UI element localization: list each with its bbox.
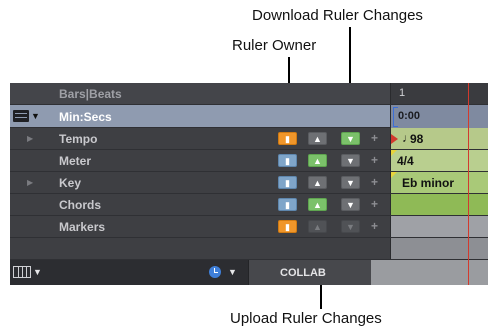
markers-owner-button[interactable]: ▮ bbox=[278, 220, 297, 233]
ruler-footer: ▼ ▼ COLLAB bbox=[10, 260, 488, 285]
tempo-value: 98 bbox=[410, 132, 424, 146]
ruler-name-bars-beats: Bars|Beats bbox=[59, 87, 122, 101]
ruler-row-meter[interactable]: Meter ▮ ▲ ▼ + 4/4 bbox=[10, 150, 488, 172]
download-callout: Download Ruler Changes bbox=[252, 7, 423, 24]
markers-add-icon[interactable]: + bbox=[371, 219, 378, 233]
key-event-icon bbox=[391, 172, 397, 178]
chords-upload-button[interactable]: ▲ bbox=[308, 198, 327, 211]
tempo-owner-button[interactable]: ▮ bbox=[278, 132, 297, 145]
chevron-down-icon[interactable]: ▼ bbox=[31, 111, 40, 121]
ruler-name-meter: Meter bbox=[59, 154, 92, 168]
tempo-download-button[interactable]: ▼ bbox=[341, 132, 360, 145]
timeline-footer bbox=[371, 260, 488, 285]
ruler-name-markers: Markers bbox=[59, 220, 106, 234]
expand-arrow-icon[interactable]: ▶ bbox=[27, 134, 33, 143]
expand-arrow-icon[interactable]: ▶ bbox=[27, 178, 33, 187]
ruler-name-chords: Chords bbox=[59, 198, 101, 212]
min-secs-value: 0:00 bbox=[398, 110, 421, 122]
empty-track bbox=[390, 238, 488, 259]
ruler-row-tempo[interactable]: ▶ Tempo ▮ ▲ ▼ + ♩ 98 bbox=[10, 128, 488, 150]
key-owner-button[interactable]: ▮ bbox=[278, 176, 297, 189]
bars-beats-track[interactable]: 1 bbox=[390, 83, 488, 104]
meter-value: 4/4 bbox=[397, 154, 414, 168]
markers-track[interactable] bbox=[390, 216, 488, 237]
collab-button[interactable]: COLLAB bbox=[248, 260, 372, 285]
key-value: Eb minor bbox=[402, 176, 455, 190]
view-selector-icon[interactable] bbox=[13, 266, 31, 278]
ruler-name-min-secs: Min:Secs bbox=[59, 110, 112, 124]
meter-upload-button[interactable]: ▲ bbox=[308, 154, 327, 167]
clock-icon[interactable] bbox=[209, 266, 221, 278]
meter-track[interactable]: 4/4 bbox=[390, 150, 488, 171]
ruler-menu-icon[interactable] bbox=[13, 110, 29, 122]
ruler-row-markers[interactable]: Markers ▮ ▲ ▼ + bbox=[10, 216, 488, 238]
chevron-down-icon[interactable]: ▼ bbox=[228, 267, 237, 277]
ruler-row-chords[interactable]: Chords ▮ ▲ ▼ + bbox=[10, 194, 488, 216]
chords-download-button[interactable]: ▼ bbox=[341, 198, 360, 211]
bar-number-label: 1 bbox=[399, 87, 406, 99]
key-track[interactable]: Eb minor bbox=[390, 172, 488, 193]
ruler-row-empty bbox=[10, 238, 488, 260]
ruler-name-tempo: Tempo bbox=[59, 132, 98, 146]
key-upload-button[interactable]: ▲ bbox=[308, 176, 327, 189]
ruler-row-bars-beats[interactable]: Bars|Beats 1 bbox=[10, 83, 488, 105]
meter-download-button[interactable]: ▼ bbox=[341, 154, 360, 167]
chevron-down-icon[interactable]: ▼ bbox=[33, 267, 42, 277]
collab-label: COLLAB bbox=[280, 267, 326, 279]
tempo-add-icon[interactable]: + bbox=[371, 131, 378, 145]
tempo-track[interactable]: ♩ 98 bbox=[390, 128, 488, 149]
owner-callout: Ruler Owner bbox=[232, 37, 317, 54]
ruler-name-key: Key bbox=[59, 176, 82, 190]
upload-callout: Upload Ruler Changes bbox=[230, 310, 382, 327]
markers-download-button[interactable]: ▼ bbox=[341, 220, 360, 233]
ruler-row-min-secs[interactable]: ▼ Min:Secs 0:00 bbox=[10, 105, 488, 128]
meter-add-icon[interactable]: + bbox=[371, 153, 378, 167]
ruler-row-key[interactable]: ▶ Key ▮ ▲ ▼ + Eb minor bbox=[10, 172, 488, 194]
min-secs-track[interactable]: 0:00 bbox=[390, 105, 488, 128]
chords-add-icon[interactable]: + bbox=[371, 197, 378, 211]
meter-owner-button[interactable]: ▮ bbox=[278, 154, 297, 167]
playhead-line[interactable] bbox=[468, 83, 469, 285]
rulers-panel: Bars|Beats 1 ▼ Min:Secs 0:00 ▶ Tempo ▮ ▲… bbox=[10, 83, 488, 285]
chords-track[interactable] bbox=[390, 194, 488, 215]
tempo-event-icon bbox=[391, 134, 398, 144]
key-download-button[interactable]: ▼ bbox=[341, 176, 360, 189]
key-add-icon[interactable]: + bbox=[371, 175, 378, 189]
markers-upload-button[interactable]: ▲ bbox=[308, 220, 327, 233]
chords-owner-button[interactable]: ▮ bbox=[278, 198, 297, 211]
tempo-upload-button[interactable]: ▲ bbox=[308, 132, 327, 145]
